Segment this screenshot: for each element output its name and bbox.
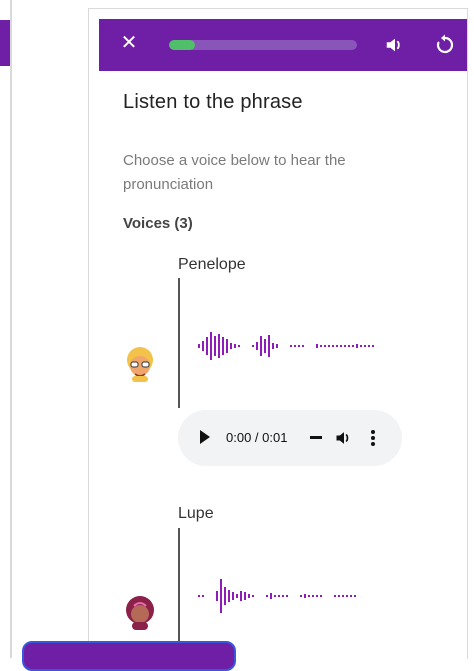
voices-count-label: Voices (3): [123, 215, 193, 232]
volume-icon[interactable]: [334, 428, 354, 448]
waveform-bar: [256, 342, 258, 350]
more-options-icon[interactable]: [370, 428, 376, 448]
background-panel: [0, 0, 12, 658]
play-icon[interactable]: [200, 430, 210, 444]
waveform-bar: [230, 343, 232, 349]
waveform-bar: [238, 345, 240, 347]
waveform-bar: [298, 345, 300, 347]
waveform-bar: [198, 344, 200, 348]
waveform-bar: [206, 337, 208, 355]
waveform-bar: [354, 595, 356, 597]
waveform-bar: [342, 595, 344, 597]
voice-name-penelope: Penelope: [178, 256, 246, 273]
waveform-bar: [332, 345, 334, 347]
waveform-bar: [218, 334, 220, 358]
waveform-bar: [244, 592, 246, 600]
lesson-progress-bar: [169, 40, 357, 50]
waveform-bar: [268, 335, 270, 357]
waveform-bar: [202, 595, 204, 597]
waveform-bar: [350, 595, 352, 597]
waveform-bar: [214, 336, 216, 356]
waveform-bar: [316, 595, 318, 597]
waveform-bar: [222, 337, 224, 355]
waveform-bar: [252, 595, 254, 597]
voice-waveform-penelope[interactable]: [196, 326, 396, 366]
waveform-bar: [278, 595, 280, 597]
waveform-bar: [294, 345, 296, 347]
waveform-bar: [302, 345, 304, 347]
waveform-bar: [276, 344, 278, 348]
continue-button[interactable]: [22, 641, 236, 671]
background-header-strip: [0, 20, 10, 66]
waveform-bar: [308, 595, 310, 597]
close-icon[interactable]: ✕: [119, 33, 139, 53]
waveform-bar: [336, 345, 338, 347]
avatar-penelope-icon[interactable]: [120, 344, 160, 384]
page-title: Listen to the phrase: [123, 91, 303, 113]
waveform-bar: [360, 345, 362, 347]
waveform-bar: [272, 343, 274, 349]
waveform-bar: [356, 344, 358, 348]
waveform-bar: [264, 339, 266, 353]
avatar-lupe-icon[interactable]: [120, 592, 160, 632]
waveform-bar: [304, 594, 306, 598]
waveform-bar: [220, 579, 222, 613]
voice-waveform-lupe[interactable]: [196, 576, 396, 616]
waveform-bar: [274, 595, 276, 597]
waveform-bar: [266, 595, 268, 597]
waveform-bar: [312, 595, 314, 597]
waveform-bar: [334, 595, 336, 597]
waveform-bar: [232, 592, 234, 600]
audio-time: 0:00 / 0:01: [226, 430, 288, 445]
waveform-bar: [240, 591, 242, 601]
audio-progress-slider[interactable]: [310, 436, 322, 439]
waveform-bar: [198, 595, 200, 597]
waveform-bar: [290, 345, 292, 347]
voice-name-lupe: Lupe: [178, 505, 214, 522]
waveform-bar: [210, 332, 212, 360]
lesson-header-bar: ✕: [99, 19, 467, 71]
waveform-bar: [260, 336, 262, 356]
waveform-bar: [216, 591, 218, 601]
lesson-progress-fill: [169, 40, 196, 50]
waveform-bar: [320, 345, 322, 347]
voice-divider-line: [178, 278, 180, 408]
waveform-bar: [236, 594, 238, 598]
waveform-bar: [368, 345, 370, 347]
waveform-bar: [282, 595, 284, 597]
waveform-bar: [202, 341, 204, 351]
waveform-bar: [224, 587, 226, 605]
waveform-bar: [324, 345, 326, 347]
waveform-bar: [248, 594, 250, 598]
waveform-bar: [286, 595, 288, 597]
audio-player[interactable]: 0:00 / 0:01: [178, 410, 402, 466]
waveform-bar: [252, 345, 254, 347]
waveform-bar: [344, 345, 346, 347]
instructions-text: Choose a voice below to hear the pronunc…: [123, 152, 346, 193]
waveform-bar: [270, 593, 272, 599]
waveform-bar: [372, 345, 374, 347]
waveform-bar: [300, 595, 302, 597]
waveform-bar: [346, 595, 348, 597]
waveform-bar: [364, 345, 366, 347]
waveform-bar: [316, 344, 318, 348]
speaker-icon[interactable]: [384, 34, 406, 56]
waveform-bar: [226, 339, 228, 353]
waveform-bar: [338, 595, 340, 597]
waveform-bar: [352, 345, 354, 347]
waveform-bar: [348, 345, 350, 347]
waveform-bar: [320, 595, 322, 597]
waveform-bar: [228, 590, 230, 602]
restart-icon[interactable]: [433, 33, 457, 57]
waveform-bar: [234, 344, 236, 348]
voice-divider-line: [178, 528, 180, 658]
waveform-bar: [340, 345, 342, 347]
waveform-bar: [328, 345, 330, 347]
